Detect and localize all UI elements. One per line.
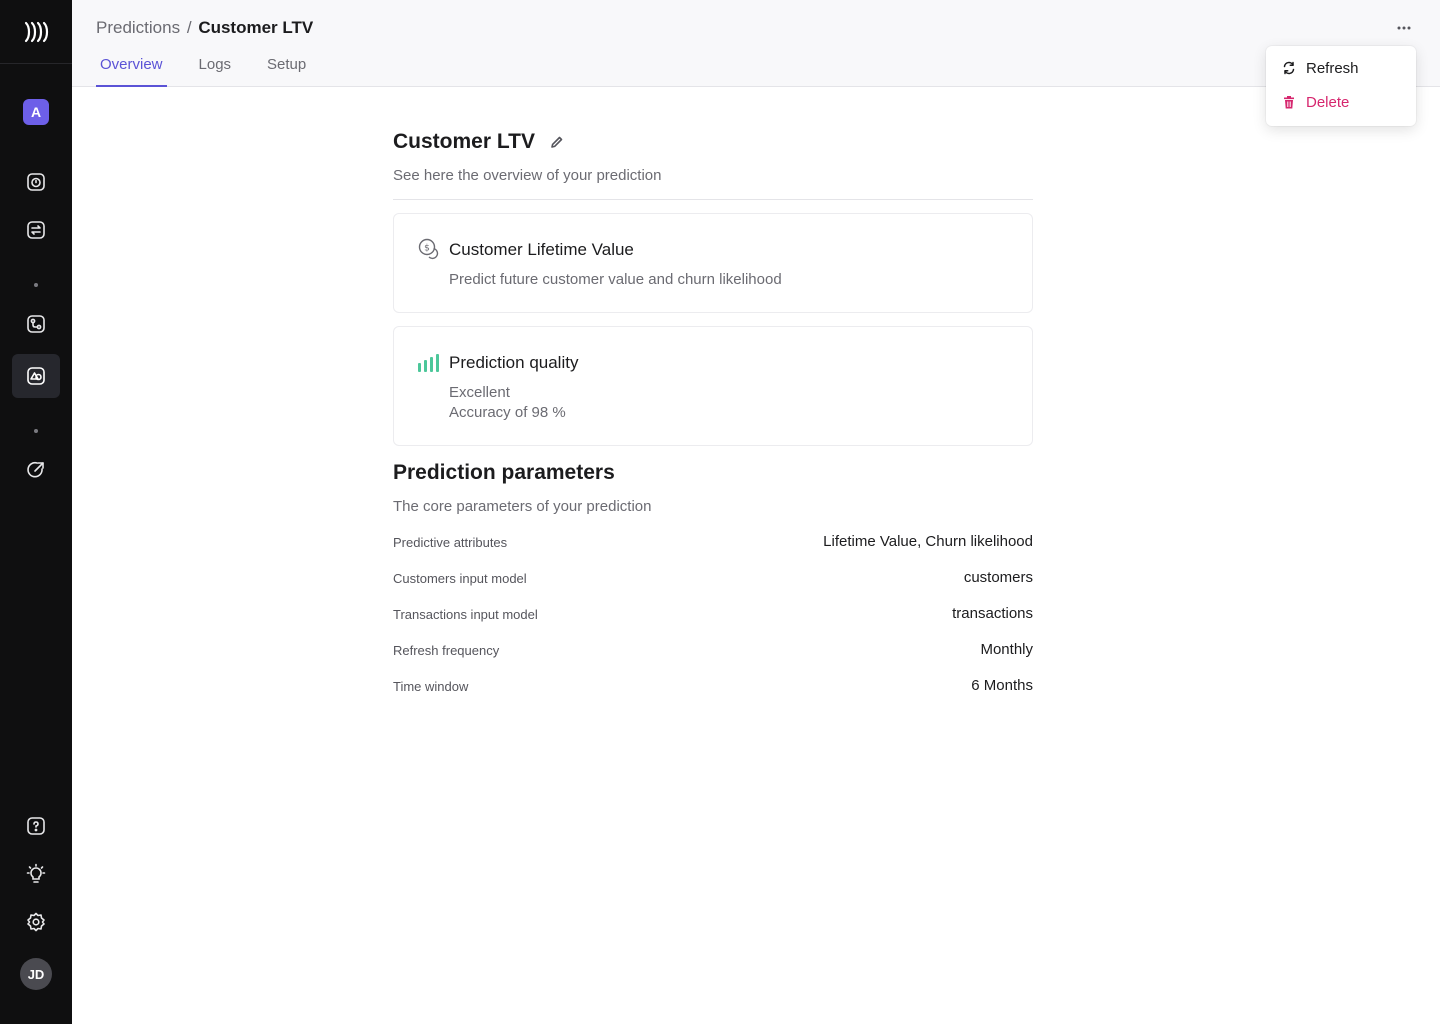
quality-accuracy: Accuracy of 98 % — [449, 404, 566, 421]
card-title: Prediction quality — [449, 353, 579, 372]
edit-pencil-icon[interactable] — [549, 134, 565, 150]
divider — [393, 199, 1033, 200]
trash-icon — [1282, 95, 1296, 109]
workspace-switcher[interactable]: A — [12, 90, 60, 134]
parameter-row: Time window 6 Months — [393, 677, 1033, 697]
help-icon[interactable] — [12, 804, 60, 848]
parameter-label: Refresh frequency — [393, 643, 500, 658]
parameter-row: Customers input model customers — [393, 569, 1033, 589]
transfer-icon[interactable] — [12, 208, 60, 252]
parameter-label: Predictive attributes — [393, 535, 508, 550]
parameter-row: Refresh frequency Monthly — [393, 641, 1033, 661]
menu-item-refresh-label: Refresh — [1306, 59, 1359, 77]
parameter-value: customers — [963, 569, 1033, 586]
parameter-value: Monthly — [980, 641, 1033, 658]
breadcrumb: Predictions / Customer LTV — [96, 18, 313, 38]
predictions-icon[interactable] — [12, 354, 60, 398]
card-title: Customer Lifetime Value — [449, 240, 634, 259]
menu-item-delete-label: Delete — [1306, 93, 1350, 111]
user-menu[interactable]: JD — [12, 952, 60, 996]
more-horizontal-icon — [1397, 26, 1411, 30]
parameter-value: transactions — [952, 605, 1033, 622]
tab-bar: Overview Logs Setup — [96, 56, 338, 87]
parameter-label: Time window — [393, 679, 469, 694]
parameter-label: Customers input model — [393, 571, 527, 586]
title-row: Customer LTV — [393, 130, 565, 154]
section-divider-dot — [34, 283, 38, 287]
menu-item-delete[interactable]: Delete — [1282, 91, 1349, 113]
stopwatch-icon[interactable] — [12, 160, 60, 204]
prediction-quality-card: Prediction quality Excellent Accuracy of… — [393, 326, 1033, 446]
breadcrumb-separator: / — [186, 18, 192, 37]
lightbulb-icon[interactable] — [12, 852, 60, 896]
refresh-icon — [1282, 61, 1296, 75]
section-divider-dot — [34, 429, 38, 433]
svg-text:$: $ — [424, 244, 430, 254]
growth-icon[interactable] — [12, 448, 60, 492]
page-subtitle: See here the overview of your prediction — [393, 167, 662, 184]
parameters-section-subtitle: The core parameters of your prediction — [393, 498, 652, 515]
quality-rating: Excellent — [449, 384, 510, 401]
tab-setup[interactable]: Setup — [263, 56, 310, 87]
parameter-row: Transactions input model transactions — [393, 605, 1033, 625]
settings-icon[interactable] — [12, 900, 60, 944]
coins-icon: $ — [417, 237, 441, 261]
page-header: Predictions / Customer LTV Overview Logs… — [72, 0, 1440, 87]
tab-logs[interactable]: Logs — [195, 56, 236, 87]
logo-icon[interactable] — [0, 0, 72, 64]
parameter-value: 6 Months — [971, 677, 1033, 694]
page-title: Customer LTV — [393, 130, 535, 153]
card-description: Predict future customer value and churn … — [449, 271, 782, 288]
flow-icon[interactable] — [12, 302, 60, 346]
avatar: JD — [20, 958, 52, 990]
parameters-section-title: Prediction parameters — [393, 461, 615, 484]
menu-item-refresh[interactable]: Refresh — [1282, 57, 1359, 79]
signal-bars-icon — [417, 351, 441, 375]
breadcrumb-current: Customer LTV — [198, 18, 314, 37]
more-options-button[interactable] — [1390, 18, 1418, 38]
workspace-badge: A — [23, 99, 49, 125]
ltv-card: $ Customer Lifetime Value Predict future… — [393, 213, 1033, 313]
sidebar: A JD — [0, 0, 72, 1024]
parameter-value: Lifetime Value, Churn likelihood — [823, 533, 1033, 550]
tab-overview[interactable]: Overview — [96, 56, 167, 87]
parameter-label: Transactions input model — [393, 607, 538, 622]
parameter-row: Predictive attributes Lifetime Value, Ch… — [393, 533, 1033, 553]
breadcrumb-parent[interactable]: Predictions — [96, 18, 180, 37]
